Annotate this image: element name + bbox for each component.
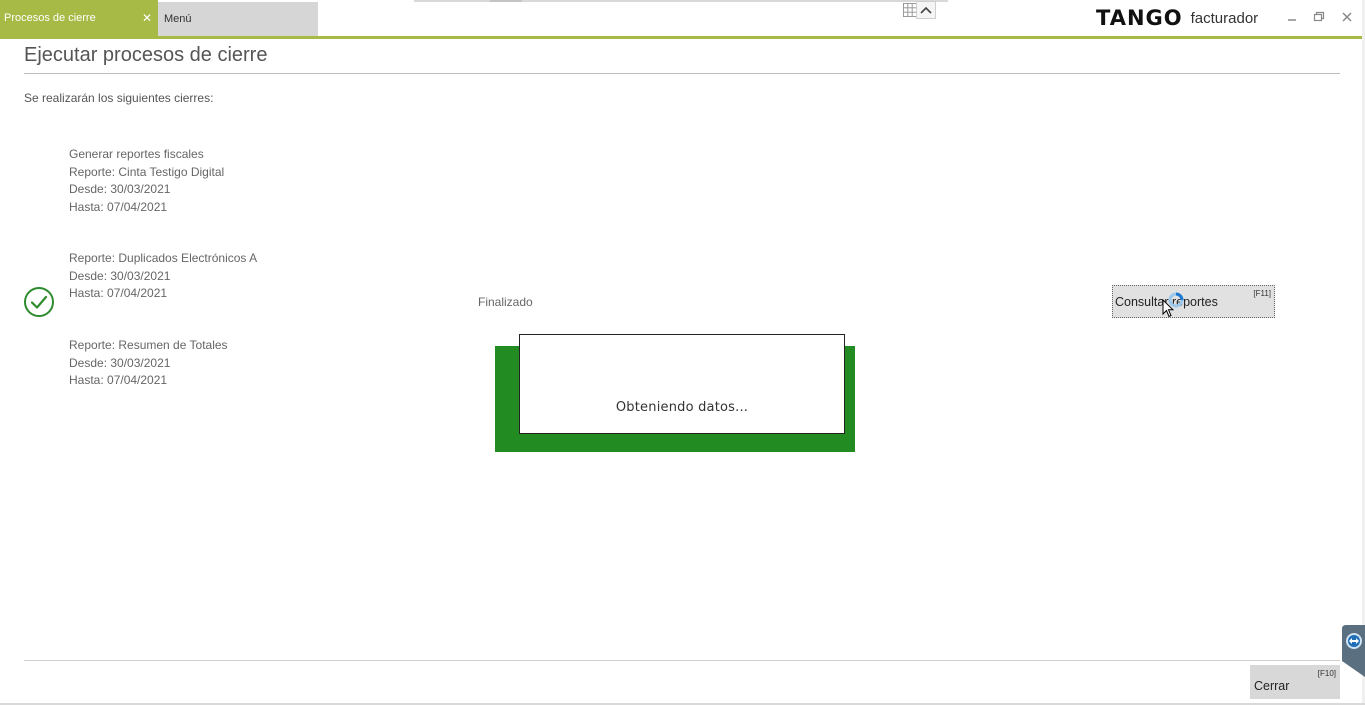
block-line: Desde: 30/03/2021: [69, 355, 171, 370]
closure-block-resumen: Reporte: Resumen de Totales Desde: 30/03…: [69, 337, 228, 390]
chevron-up-icon: [920, 6, 932, 14]
window-close-button[interactable]: [1339, 9, 1355, 25]
tab-procesos-de-cierre[interactable]: Procesos de cierre ✕: [0, 0, 158, 36]
hotkey-label: [F10]: [1317, 669, 1336, 678]
intro-text: Se realizarán los siguientes cierres:: [24, 91, 214, 105]
block-line: Reporte: Resumen de Totales: [69, 338, 228, 352]
restore-button[interactable]: [1311, 9, 1327, 25]
closure-block-fiscal: Generar reportes fiscales Reporte: Cinta…: [69, 146, 224, 216]
close-icon: [1342, 12, 1352, 22]
remote-support-tab-icon[interactable]: [1340, 625, 1365, 677]
block-line: Reporte: Cinta Testigo Digital: [69, 164, 225, 179]
brand-app-name: facturador: [1190, 9, 1259, 27]
tab-close-icon[interactable]: ✕: [142, 11, 152, 25]
tab-label: Menú: [164, 13, 192, 25]
progress-message: Obteniendo datos...: [615, 400, 749, 415]
collapse-ribbon-button[interactable]: [916, 1, 936, 19]
mouse-cursor-icon: [1162, 299, 1174, 318]
status-text: Finalizado: [478, 295, 533, 309]
check-circle-icon: [24, 287, 54, 317]
brand-logo: TANGO: [1096, 6, 1183, 30]
minimize-icon: [1288, 19, 1296, 21]
accent-line: [0, 36, 1365, 39]
consultar-reportes-button[interactable]: Consultar reportes [F11]: [1112, 285, 1275, 318]
hotkey-label: [F11]: [1253, 289, 1271, 298]
cerrar-button[interactable]: Cerrar [F10]: [1250, 665, 1340, 699]
progress-dialog: Obteniendo datos...: [519, 334, 845, 434]
tab-menu[interactable]: Menú: [158, 2, 318, 36]
block-line: Hasta: 07/04/2021: [69, 199, 168, 214]
ribbon-stub-segment: [490, 0, 522, 2]
bottom-divider: [24, 660, 1340, 661]
page-title: Ejecutar procesos de cierre: [24, 44, 268, 66]
title-divider: [24, 73, 1340, 74]
block-line: Reporte: Duplicados Electrónicos A: [69, 251, 258, 265]
restore-icon: [1313, 11, 1325, 22]
brand: TANGO facturador: [1096, 6, 1258, 30]
button-label: Cerrar: [1254, 678, 1290, 693]
closure-block-duplicados: Reporte: Duplicados Electrónicos A Desde…: [69, 250, 257, 303]
minimize-button[interactable]: [1284, 9, 1300, 25]
block-line: Desde: 30/03/2021: [69, 182, 171, 196]
block-line: Generar reportes fiscales: [69, 147, 204, 161]
block-line: Hasta: 07/04/2021: [69, 373, 168, 387]
block-line: Desde: 30/03/2021: [69, 268, 171, 283]
top-bar: Procesos de cierre ✕ Menú TANGO facturad…: [0, 0, 1365, 36]
block-line: Hasta: 07/04/2021: [69, 286, 168, 300]
tab-label: Procesos de cierre: [4, 12, 96, 24]
grid-icon[interactable]: [903, 3, 917, 17]
